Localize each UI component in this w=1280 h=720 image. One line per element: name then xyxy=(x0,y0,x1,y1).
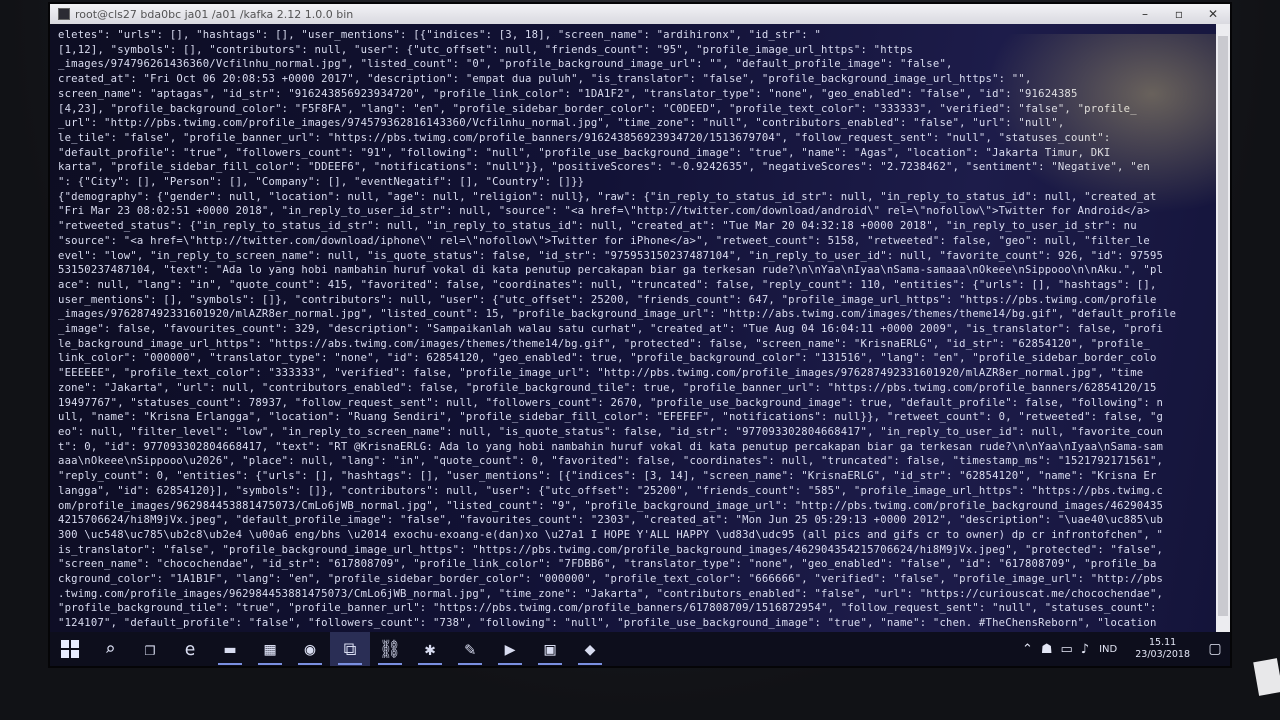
network-app-icon[interactable]: ✱ xyxy=(410,632,450,666)
terminal-app-icon xyxy=(58,8,70,20)
app-icon-9[interactable]: ✎ xyxy=(450,632,490,666)
terminal-line: _url": "http://pbs.twimg.com/profile_ima… xyxy=(58,117,1065,130)
terminal-line: zone": "Jakarta", "url": null, "contribu… xyxy=(58,381,1157,394)
clock[interactable]: 15.11 23/03/2018 xyxy=(1135,637,1190,661)
terminal-line: screen_name": "aptagas", "id_str": "9162… xyxy=(58,87,1078,100)
taskbar-pinned-apps: ⌕ ❐ e ▬ ▦ ◉ ⧉ ⛓ ✱ ✎ ▶ ▣ ◆ xyxy=(50,632,610,666)
terminal-line: "retweeted_status": {"in_reply_to_status… xyxy=(58,220,1137,233)
terminal-line: _images/974796261436360/Vcfilnhu_normal.… xyxy=(58,58,953,71)
terminal-line: "124107", "default_profile": "false", "f… xyxy=(58,617,1157,630)
bezel-sticker xyxy=(1253,658,1280,696)
window-controls: – ▫ ✕ xyxy=(1128,4,1230,24)
people-icon[interactable]: ☗ xyxy=(1041,642,1053,657)
terminal-line: "screen_name": "chocochendae", "id_str":… xyxy=(58,558,1157,571)
taskbar: ⌕ ❐ e ▬ ▦ ◉ ⧉ ⛓ ✱ ✎ ▶ ▣ ◆ ⌃ ☗ ▭ ♪ IND 15.11 23/03/20… xyxy=(50,632,1230,666)
volume-icon[interactable]: ♪ xyxy=(1081,642,1089,657)
chevron-up-icon[interactable]: ⌃ xyxy=(1022,642,1033,657)
terminal-line: "source": "<a href=\"http://twitter.com/… xyxy=(58,234,1150,247)
terminal-line: .twimg.com/profile_images/96298445388147… xyxy=(58,587,1164,600)
terminal-line: aaa\nOkeee\nSippooo\u2026", "place": nul… xyxy=(58,455,1164,468)
scrollbar-thumb[interactable] xyxy=(1218,36,1228,616)
close-button[interactable]: ✕ xyxy=(1196,4,1230,24)
search-icon[interactable]: ⌕ xyxy=(90,632,130,666)
terminal-line: ckground_color": "1A1B1F", "lang": "en",… xyxy=(58,573,1164,586)
screen: root@cls27 bda0bc ja01 /a01 /kafka 2.12 … xyxy=(50,4,1230,666)
terminal-line: created_at": "Fri Oct 06 20:08:53 +0000 … xyxy=(58,73,1032,86)
terminal-line: ": {"City": [], "Person": [], "Company":… xyxy=(58,176,585,189)
terminal-line: {"demography": {"gender": null, "locatio… xyxy=(58,190,1157,203)
network-icon[interactable]: ▭ xyxy=(1061,642,1073,657)
terminal-line: is_translator": "false", "profile_backgr… xyxy=(58,543,1164,556)
terminal-line: le_tile": "false", "profile_banner_url":… xyxy=(58,131,1111,144)
terminal-line: 19497767", "statuses_count": 78937, "fol… xyxy=(58,396,1164,409)
file-explorer-icon[interactable]: ▬ xyxy=(210,632,250,666)
window-title-bar[interactable]: root@cls27 bda0bc ja01 /a01 /kafka 2.12 … xyxy=(50,4,1230,24)
terminal-line: ull, "name": "Krisna Erlangga", "locatio… xyxy=(58,411,1164,424)
edge-icon[interactable]: e xyxy=(170,632,210,666)
language-indicator[interactable]: IND xyxy=(1099,644,1117,655)
terminal-line: "default_profile": "true", "followers_co… xyxy=(58,146,1111,159)
terminal-line: _image": false, "favourites_count": 329,… xyxy=(58,323,1164,336)
terminal-line: [1,12], "symbols": [], "contributors": n… xyxy=(58,43,914,56)
terminal-line: "Fri Mar 23 08:02:51 +0000 2018", "in_re… xyxy=(58,205,1150,218)
terminal-line: link_color": "000000", "translator_type"… xyxy=(58,352,1157,365)
task-view-icon[interactable]: ❐ xyxy=(130,632,170,666)
terminal-line: om/profile_images/962984453881475073/CmL… xyxy=(58,499,1164,512)
terminal-line: karta", "profile_sidebar_fill_color": "D… xyxy=(58,161,1150,174)
terminal-scrollbar[interactable] xyxy=(1216,24,1230,632)
terminal-output[interactable]: eletes": "urls": [], "hashtags": [], "us… xyxy=(50,24,1216,632)
start-button[interactable] xyxy=(50,632,90,666)
chrome-icon[interactable]: ◉ xyxy=(290,632,330,666)
terminal-line: _images/976287492331601920/mlAZR8er_norm… xyxy=(58,308,1177,321)
clock-date: 23/03/2018 xyxy=(1135,649,1190,660)
window-title: root@cls27 bda0bc ja01 /a01 /kafka 2.12 … xyxy=(75,7,354,21)
maximize-button[interactable]: ▫ xyxy=(1162,4,1196,24)
terminal-line: [4,23], "profile_background_color": "F5F… xyxy=(58,102,1137,115)
app-icon-10[interactable]: ▶ xyxy=(490,632,530,666)
terminal-line: t": 0, "id": 977093302804668417, "text":… xyxy=(58,440,1164,453)
terminal-line: eletes": "urls": [], "hashtags": [], "us… xyxy=(58,29,822,41)
remote-app-icon[interactable]: ⧉ xyxy=(330,632,370,666)
terminal-line: 300 \uc548\uc785\ub2c8\ub2e4 \u00a6 eng/… xyxy=(58,528,1164,541)
system-tray: ⌃ ☗ ▭ ♪ IND 15.11 23/03/2018 ▢ xyxy=(1018,637,1230,661)
clock-time: 15.11 xyxy=(1149,637,1177,648)
terminal-text: eletes": "urls": [], "hashtags": [], "us… xyxy=(50,24,1216,632)
terminal-line: 53150237487104, "text": "Ada lo yang hob… xyxy=(58,264,1164,277)
app-icon-12[interactable]: ◆ xyxy=(570,632,610,666)
notification-center-icon[interactable]: ▢ xyxy=(1200,641,1230,657)
terminal-line: 4215706624/hi8M9jVx.jpeg", "default_prof… xyxy=(58,514,1164,527)
terminal-line: "profile_background_tile": "true", "prof… xyxy=(58,602,1157,615)
ssh-client-icon[interactable]: ⛓ xyxy=(370,632,410,666)
terminal-line: langga", "id": 62854120}], "symbols": []… xyxy=(58,484,1164,497)
windows-logo-icon xyxy=(61,640,79,658)
terminal-line: evel": "low", "in_reply_to_screen_name":… xyxy=(58,249,1164,262)
terminal-line: "reply_count": 0, "entities": {"urls": [… xyxy=(58,470,1157,483)
terminal-line: eo": null, "filter_level": "low", "in_re… xyxy=(58,425,1164,438)
terminal-line: user_mentions": [], "symbols": []}, "con… xyxy=(58,293,1157,306)
store-icon[interactable]: ▦ xyxy=(250,632,290,666)
app-icon-11[interactable]: ▣ xyxy=(530,632,570,666)
terminal-line: ace": null, "lang": "in", "quote_count":… xyxy=(58,278,1157,291)
terminal-line: "EEEEEE", "profile_text_color": "333333"… xyxy=(58,367,1144,380)
terminal-line: le_background_image_url_https": "https:/… xyxy=(58,337,1150,350)
minimize-button[interactable]: – xyxy=(1128,4,1162,24)
